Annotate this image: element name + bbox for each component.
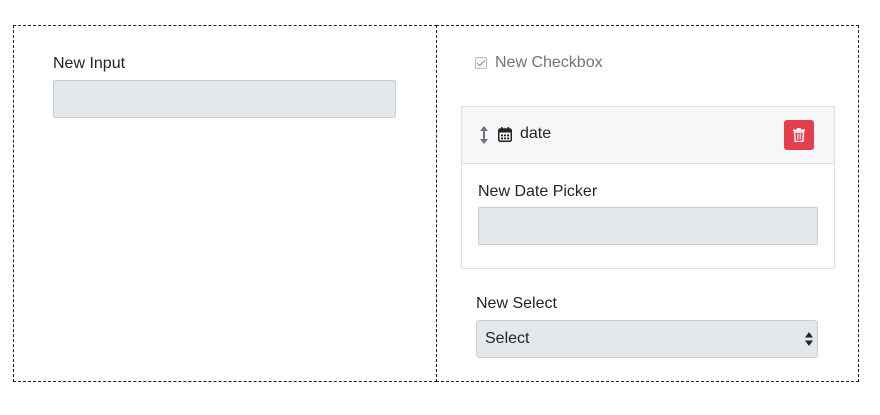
select-value: Select — [485, 330, 530, 347]
select-dropdown[interactable]: Select — [476, 320, 818, 358]
form-column-right: New Checkbox date New Date Picker New Se… — [436, 25, 859, 382]
form-column-left: New Input — [13, 25, 437, 382]
select-label: New Select — [476, 295, 557, 312]
input-label: New Input — [53, 55, 126, 72]
sort-arrows-icon — [805, 332, 813, 346]
delete-button[interactable] — [784, 120, 814, 150]
date-picker-field[interactable] — [478, 207, 818, 245]
date-picker-label: New Date Picker — [478, 183, 598, 200]
move-vertical-icon[interactable] — [480, 126, 488, 144]
checkbox-label: New Checkbox — [495, 54, 603, 71]
checkbox-row[interactable]: New Checkbox — [475, 54, 603, 72]
card-header: date — [462, 107, 834, 164]
card-title: date — [520, 125, 552, 142]
new-input-field[interactable] — [53, 80, 396, 118]
trash-icon — [793, 128, 805, 142]
date-picker-card: date New Date Picker — [461, 106, 835, 269]
calendar-icon — [498, 127, 512, 142]
checkbox[interactable] — [475, 57, 487, 69]
